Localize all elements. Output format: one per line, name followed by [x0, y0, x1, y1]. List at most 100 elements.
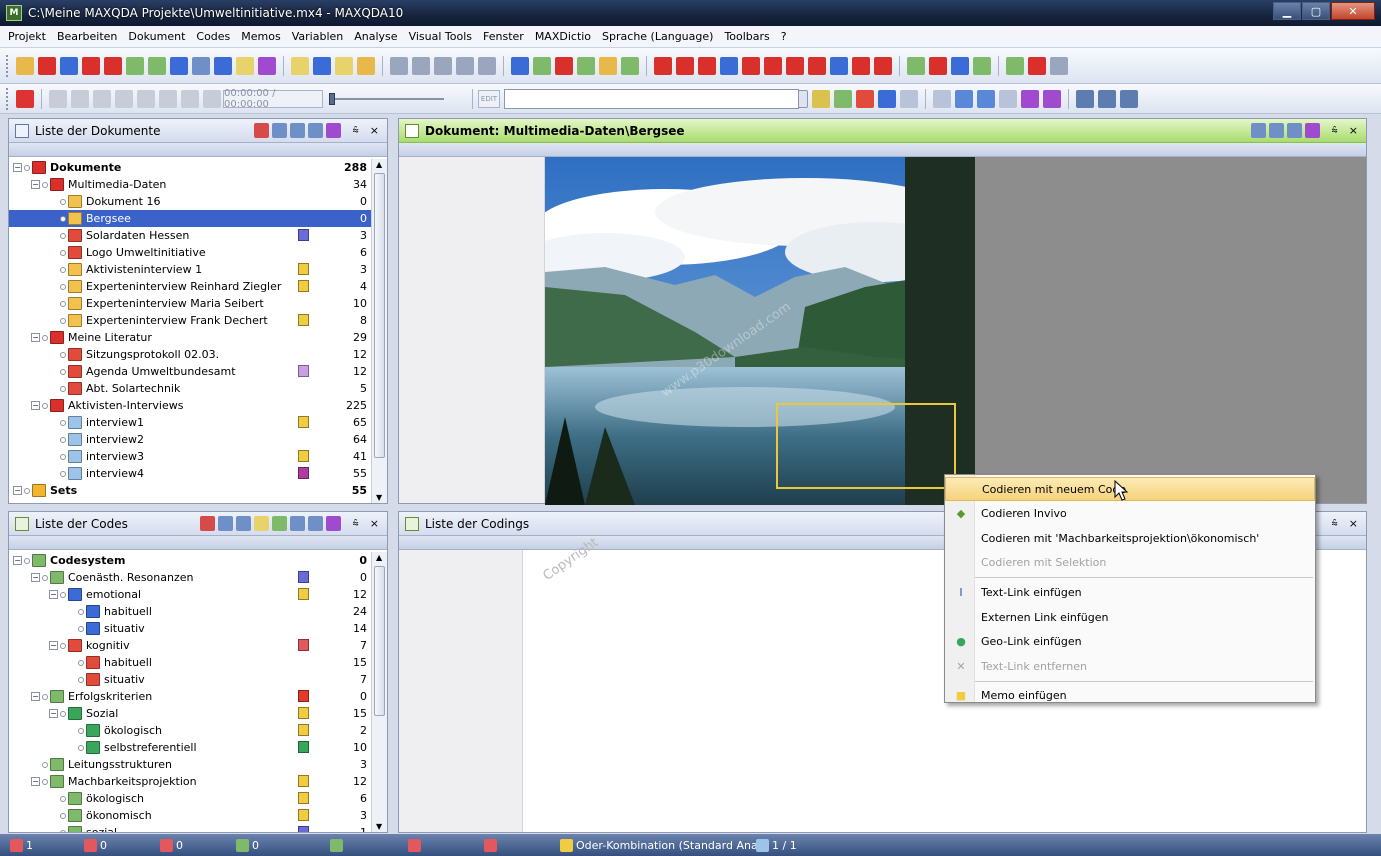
menu-item-5[interactable]: Variablen [292, 30, 344, 43]
activation-dot-icon[interactable] [42, 334, 48, 341]
pin-icon[interactable] [16, 89, 34, 108]
tree-row[interactable]: − Sets 55 [9, 482, 371, 499]
tree-row[interactable]: Experteninterview Maria Seibert 10 [9, 295, 371, 312]
context-menu-item[interactable]: ◆ Codieren Invivo [945, 502, 1315, 526]
tree-row[interactable]: Aktivisteninterview 1 3 [9, 261, 371, 278]
tree-row[interactable]: interview1 65 [9, 414, 371, 431]
document-list-scrollbar[interactable]: ▲ ▼ [371, 159, 387, 503]
tree-row[interactable]: Dokument 16 0 [9, 193, 371, 210]
activation-dot-icon[interactable] [78, 676, 84, 683]
activation-dot-icon[interactable] [78, 727, 84, 734]
toolbar-tool-icon[interactable] [104, 56, 122, 75]
activation-dot-icon[interactable] [60, 351, 66, 358]
zoom-out-icon[interactable] [1043, 89, 1061, 108]
activation-dot-icon[interactable] [60, 232, 66, 239]
activation-dot-icon[interactable] [42, 761, 48, 768]
code-list-scrollbar[interactable]: ▲ ▼ [371, 552, 387, 832]
tree-row[interactable]: ökologisch 6 [9, 790, 371, 807]
expand-collapse-icon[interactable]: − [31, 180, 40, 189]
context-menu-item[interactable]: Codieren mit 'Machbarkeitsprojektion\öko… [945, 526, 1315, 550]
toolbar-tool-icon[interactable] [236, 56, 254, 75]
toolbar-tool-icon[interactable] [313, 56, 331, 75]
memo-icon[interactable] [298, 775, 309, 787]
search-icon[interactable] [326, 123, 342, 138]
expand-collapse-icon[interactable]: − [31, 777, 40, 786]
view-icon[interactable] [1076, 89, 1094, 108]
tree-row[interactable]: − emotional 12 [9, 586, 371, 603]
pin-pane-icon[interactable]: ⩯ [352, 517, 358, 531]
toolbar-tool-icon[interactable] [170, 56, 188, 75]
memo-icon[interactable] [298, 467, 309, 479]
search-icon[interactable] [1305, 123, 1321, 138]
context-menu-item[interactable]: I Text-Link einfügen [945, 580, 1315, 604]
tree-row[interactable]: − Multimedia-Daten 34 [9, 176, 371, 193]
toolbar-tool-icon[interactable] [951, 56, 969, 75]
expand-collapse-icon[interactable]: − [31, 692, 40, 701]
link-icon[interactable] [900, 89, 918, 108]
code-icon[interactable] [812, 89, 830, 108]
toolbar-tool-icon[interactable] [533, 56, 551, 75]
expand-collapse-icon[interactable]: − [49, 709, 58, 718]
nav-icon[interactable] [933, 89, 951, 108]
context-menu-item[interactable]: Externen Link einfügen [945, 605, 1315, 629]
search-icon[interactable] [326, 516, 342, 531]
forward-icon[interactable] [203, 89, 221, 108]
memo-icon[interactable] [298, 792, 309, 804]
tree-row[interactable]: interview4 55 [9, 465, 371, 482]
toolbar-tool-icon[interactable] [698, 56, 716, 75]
activation-dot-icon[interactable] [60, 266, 66, 273]
toolbar-tool-icon[interactable] [929, 56, 947, 75]
toolbar-tool-icon[interactable] [60, 56, 78, 75]
tree-row[interactable]: ökonomisch 3 [9, 807, 371, 824]
tree-row[interactable]: Bergsee 0 [9, 210, 371, 227]
code-icon[interactable] [856, 89, 874, 108]
toolbar-tool-icon[interactable] [1028, 56, 1046, 75]
toolbar-tool-icon[interactable] [38, 56, 56, 75]
memo-icon[interactable] [298, 416, 309, 428]
down-arrow-icon[interactable] [977, 89, 995, 108]
tree-row[interactable]: interview3 41 [9, 448, 371, 465]
toolbar-tool-icon[interactable] [434, 56, 452, 75]
expand-collapse-icon[interactable]: − [49, 641, 58, 650]
toolbar-tool-icon[interactable] [599, 56, 617, 75]
activation-dot-icon[interactable] [78, 744, 84, 751]
menu-item-10[interactable]: Sprache (Language) [602, 30, 713, 43]
toolbar-tool-icon[interactable] [555, 56, 573, 75]
tree-row[interactable]: Leitungsstrukturen 3 [9, 756, 371, 773]
view-icon[interactable] [1098, 89, 1116, 108]
toolbar-tool-icon[interactable] [214, 56, 232, 75]
activation-dot-icon[interactable] [42, 778, 48, 785]
expand-collapse-icon[interactable]: − [13, 163, 22, 172]
toolbar-tool-icon[interactable] [126, 56, 144, 75]
tree-row[interactable]: − Dokumente 288 [9, 159, 371, 176]
activation-dot-icon[interactable] [60, 215, 66, 222]
tree-row[interactable]: sozial 1 [9, 824, 371, 832]
menu-item-0[interactable]: Projekt [8, 30, 46, 43]
expand-collapse-icon[interactable]: − [13, 486, 22, 495]
print-icon[interactable] [1251, 123, 1267, 138]
activation-dot-icon[interactable] [60, 710, 66, 717]
media-icon[interactable] [93, 89, 111, 108]
memo-icon[interactable] [298, 450, 309, 462]
close-pane-button[interactable]: × [370, 124, 379, 137]
media-position-slider[interactable] [329, 90, 444, 108]
toolbar-tool-icon[interactable] [742, 56, 760, 75]
activation-dot-icon[interactable] [60, 795, 66, 802]
zoom-in-icon[interactable] [1021, 89, 1039, 108]
view-icon[interactable] [1120, 89, 1138, 108]
tree-row[interactable]: situativ 14 [9, 620, 371, 637]
memo-icon[interactable] [298, 314, 309, 326]
memo-icon[interactable] [298, 639, 309, 651]
save-icon[interactable] [272, 123, 288, 138]
toolbar-tool-icon[interactable] [82, 56, 100, 75]
memo-icon[interactable] [298, 826, 309, 832]
tree-row[interactable]: habituell 24 [9, 603, 371, 620]
activation-dot-icon[interactable] [60, 812, 66, 819]
activation-dot-icon[interactable] [60, 198, 66, 205]
toolbar-tool-icon[interactable] [577, 56, 595, 75]
close-pane-button[interactable]: × [1349, 124, 1358, 137]
close-pane-button[interactable]: × [370, 517, 379, 530]
menu-item-11[interactable]: Toolbars [724, 30, 769, 43]
toolbar-tool-icon[interactable] [764, 56, 782, 75]
memo-icon[interactable] [298, 724, 309, 736]
